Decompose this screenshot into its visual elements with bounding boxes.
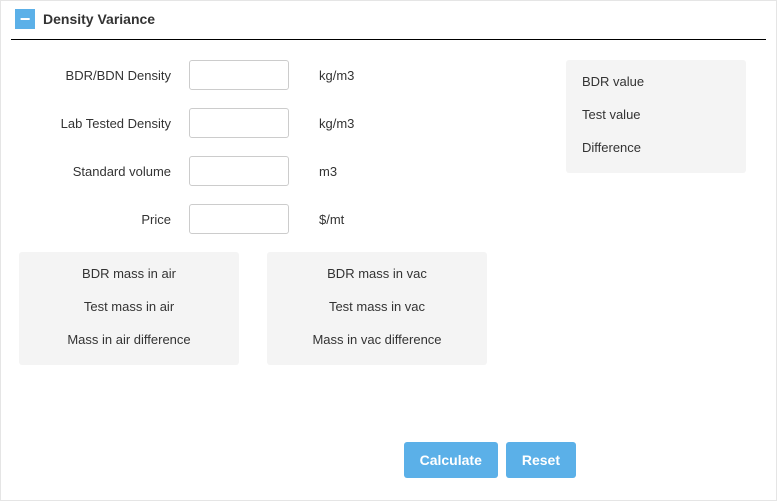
- form-area: BDR/BDN Density kg/m3 Lab Tested Density…: [19, 60, 579, 234]
- vac-bdr-mass: BDR mass in vac: [277, 266, 477, 281]
- input-lab-density[interactable]: [189, 108, 289, 138]
- calculate-button[interactable]: Calculate: [404, 442, 498, 478]
- collapse-icon[interactable]: −: [15, 9, 35, 29]
- label-bdr-density: BDR/BDN Density: [19, 68, 189, 83]
- label-lab-density: Lab Tested Density: [19, 116, 189, 131]
- row-standard-volume: Standard volume m3: [19, 156, 579, 186]
- input-bdr-density[interactable]: [189, 60, 289, 90]
- unit-standard-volume: m3: [319, 164, 379, 179]
- panel-content: BDR/BDN Density kg/m3 Lab Tested Density…: [1, 40, 776, 365]
- panel-header: − Density Variance: [1, 1, 776, 39]
- side-summary-box: BDR value Test value Difference: [566, 60, 746, 173]
- air-mass-diff: Mass in air difference: [29, 332, 229, 347]
- side-difference: Difference: [582, 140, 730, 155]
- density-variance-panel: − Density Variance BDR/BDN Density kg/m3…: [0, 0, 777, 501]
- vac-mass-diff: Mass in vac difference: [277, 332, 477, 347]
- col-mass-in-air: BDR mass in air Test mass in air Mass in…: [19, 252, 239, 365]
- button-row: Calculate Reset: [404, 442, 576, 478]
- label-price: Price: [19, 212, 189, 227]
- side-bdr-value: BDR value: [582, 74, 730, 89]
- label-standard-volume: Standard volume: [19, 164, 189, 179]
- panel-title: Density Variance: [43, 11, 155, 27]
- row-bdr-density: BDR/BDN Density kg/m3: [19, 60, 579, 90]
- unit-bdr-density: kg/m3: [319, 68, 379, 83]
- air-test-mass: Test mass in air: [29, 299, 229, 314]
- reset-button[interactable]: Reset: [506, 442, 576, 478]
- unit-lab-density: kg/m3: [319, 116, 379, 131]
- unit-price: $/mt: [319, 212, 379, 227]
- input-price[interactable]: [189, 204, 289, 234]
- result-columns: BDR mass in air Test mass in air Mass in…: [19, 252, 758, 365]
- row-price: Price $/mt: [19, 204, 579, 234]
- col-mass-in-vac: BDR mass in vac Test mass in vac Mass in…: [267, 252, 487, 365]
- input-standard-volume[interactable]: [189, 156, 289, 186]
- side-test-value: Test value: [582, 107, 730, 122]
- vac-test-mass: Test mass in vac: [277, 299, 477, 314]
- row-lab-density: Lab Tested Density kg/m3: [19, 108, 579, 138]
- air-bdr-mass: BDR mass in air: [29, 266, 229, 281]
